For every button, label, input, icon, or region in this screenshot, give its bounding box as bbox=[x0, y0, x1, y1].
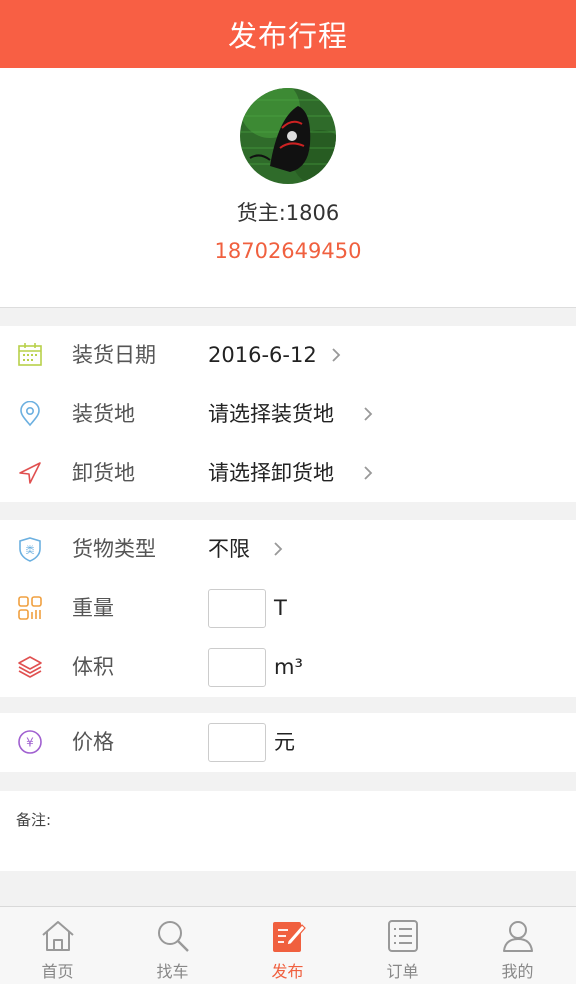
calendar-icon bbox=[18, 343, 42, 366]
publish-icon bbox=[273, 922, 306, 952]
shield-category-icon: 类 bbox=[19, 537, 41, 562]
load-place-row[interactable]: 装货地 请选择装货地 bbox=[0, 385, 576, 444]
owner-name: 货主:1806 bbox=[236, 201, 340, 225]
cargo-section: 类 货物类型 不限 重量 T 体积 m³ bbox=[0, 520, 576, 697]
unload-place-row[interactable]: 卸货地 请选择卸货地 bbox=[0, 444, 576, 503]
cargo-type-row[interactable]: 类 货物类型 不限 bbox=[0, 520, 576, 579]
svg-text:类: 类 bbox=[25, 544, 34, 556]
tab-orders[interactable]: 订单 bbox=[345, 907, 460, 984]
weight-input[interactable] bbox=[208, 589, 266, 628]
navigation-arrow-icon bbox=[19, 462, 41, 484]
load-place-label: 装货地 bbox=[72, 402, 135, 426]
chevron-right-icon bbox=[364, 466, 373, 480]
route-section: 装货日期 2016-6-12 装货地 请选择装货地 卸货地 请选择卸货地 bbox=[0, 326, 576, 502]
profile-card: 货主:1806 18702649450 bbox=[0, 68, 576, 308]
weight-row: 重量 T bbox=[0, 579, 576, 638]
weight-unit: T bbox=[274, 596, 287, 620]
tab-publish[interactable]: 发布 bbox=[230, 907, 345, 984]
price-section: ¥ 价格 元 bbox=[0, 713, 576, 772]
volume-input[interactable] bbox=[208, 648, 266, 687]
volume-row: 体积 m³ bbox=[0, 638, 576, 697]
chevron-right-icon bbox=[332, 348, 341, 362]
yuan-icon: ¥ bbox=[18, 730, 42, 754]
volume-label: 体积 bbox=[72, 655, 114, 679]
page-title: 发布行程 bbox=[227, 19, 348, 53]
svg-text:¥: ¥ bbox=[26, 736, 34, 750]
location-pin-icon bbox=[20, 401, 40, 427]
price-row: ¥ 价格 元 bbox=[0, 713, 576, 772]
tab-publish-label: 发布 bbox=[271, 962, 304, 981]
bottom-tab-bar: 首页 找车 发布 订单 我的 bbox=[0, 906, 576, 984]
remark-label: 备注: bbox=[16, 811, 52, 829]
cargo-type-label: 货物类型 bbox=[72, 537, 156, 561]
tab-mine-label: 我的 bbox=[501, 962, 534, 981]
unload-place-value[interactable]: 请选择卸货地 bbox=[208, 444, 334, 503]
grid-weight-icon bbox=[18, 596, 42, 620]
load-date-row[interactable]: 装货日期 2016-6-12 bbox=[0, 326, 576, 385]
price-input[interactable] bbox=[208, 723, 266, 762]
layers-icon bbox=[18, 656, 42, 678]
tab-orders-label: 订单 bbox=[386, 962, 419, 981]
avatar[interactable] bbox=[240, 88, 336, 184]
tab-home-label: 首页 bbox=[41, 962, 74, 981]
weight-label: 重量 bbox=[72, 596, 114, 620]
load-date-label: 装货日期 bbox=[72, 343, 156, 367]
avatar-image bbox=[240, 88, 336, 184]
search-icon bbox=[158, 921, 189, 952]
user-icon bbox=[503, 921, 533, 952]
tab-mine[interactable]: 我的 bbox=[460, 907, 575, 984]
tab-find-car-label: 找车 bbox=[156, 962, 189, 981]
volume-unit: m³ bbox=[274, 655, 303, 679]
unload-place-label: 卸货地 bbox=[72, 461, 135, 485]
tab-find-car[interactable]: 找车 bbox=[115, 907, 230, 984]
chevron-right-icon bbox=[364, 407, 373, 421]
chevron-right-icon bbox=[274, 542, 283, 556]
tab-home[interactable]: 首页 bbox=[0, 907, 115, 984]
price-label: 价格 bbox=[72, 730, 114, 754]
home-icon bbox=[42, 921, 74, 951]
cargo-type-value[interactable]: 不限 bbox=[208, 520, 250, 579]
order-icon bbox=[388, 920, 418, 952]
price-unit: 元 bbox=[274, 730, 295, 754]
load-date-value[interactable]: 2016-6-12 bbox=[208, 326, 317, 385]
owner-phone[interactable]: 18702649450 bbox=[0, 239, 576, 263]
remark-field[interactable]: 备注: bbox=[0, 791, 576, 871]
title-bar: 发布行程 bbox=[0, 0, 576, 68]
load-place-value[interactable]: 请选择装货地 bbox=[208, 385, 334, 444]
